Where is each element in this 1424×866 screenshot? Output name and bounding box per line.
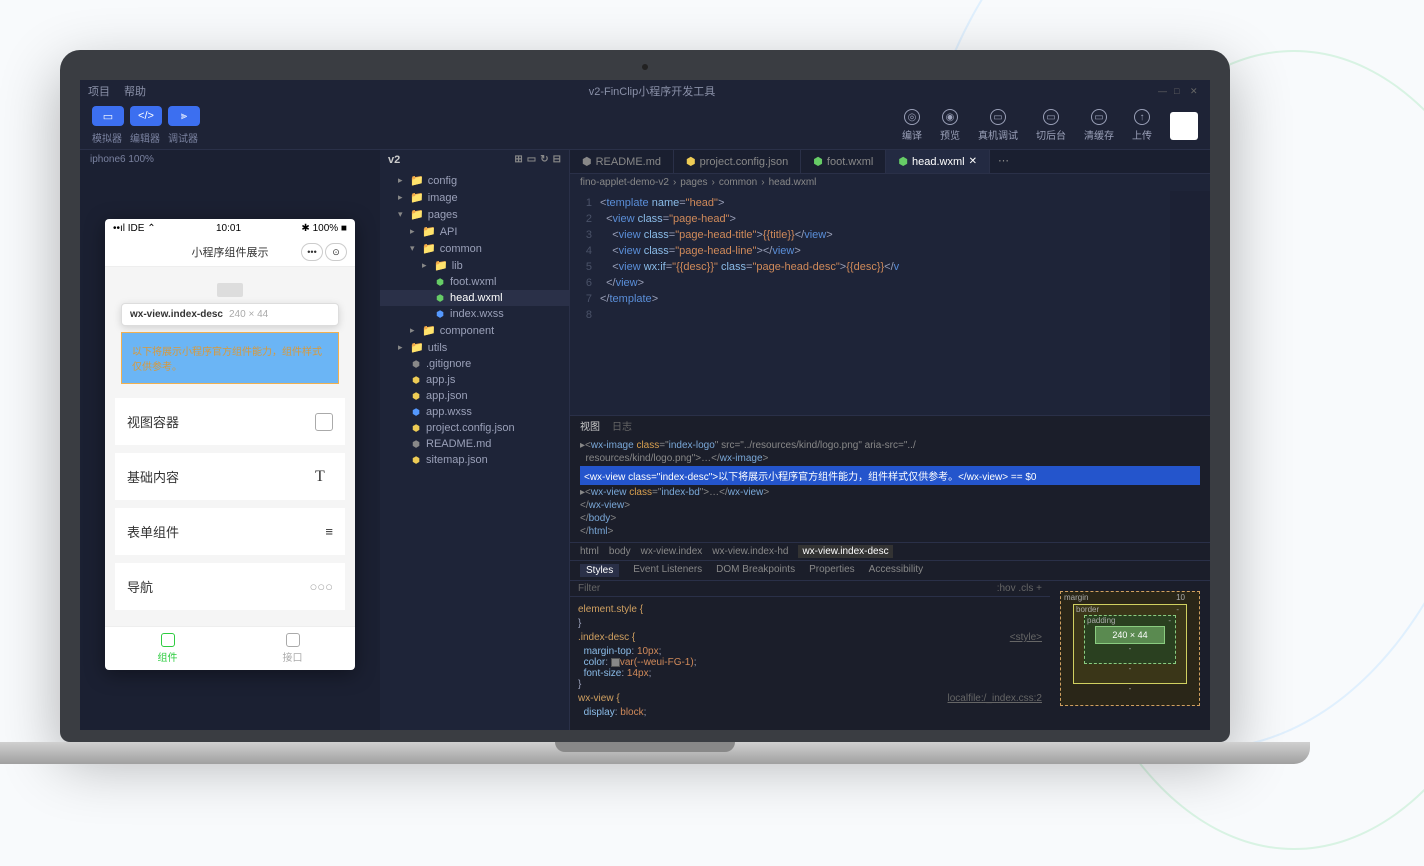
devtools-tab-log[interactable]: 日志 <box>612 418 632 433</box>
styles-panel[interactable]: element.style { } .index-desc {<style> m… <box>570 597 1050 722</box>
user-avatar[interactable] <box>1170 112 1198 140</box>
element-tooltip: wx-view.index-desc 240 × 44 <box>121 303 339 326</box>
editor-label: 编辑器 <box>130 130 160 145</box>
simulator-panel: iphone6 100% ••ıl IDE ⌃ 10:01 ✱ 100% ■ 小… <box>80 150 380 730</box>
highlighted-element[interactable]: 以下将展示小程序官方组件能力，组件样式仅供参考。 <box>121 332 339 384</box>
tab-component[interactable]: 组件 <box>105 627 230 670</box>
refresh-icon[interactable]: ↻ <box>540 154 548 166</box>
close-app-icon[interactable]: ⊙ <box>325 243 347 261</box>
file-node[interactable]: ⬢foot.wxml <box>380 274 569 290</box>
editor-tab[interactable]: ⬢ head.wxml ✕ <box>886 150 990 173</box>
logo-placeholder <box>217 283 243 297</box>
simulator-label: 模拟器 <box>92 130 122 145</box>
folder-node[interactable]: ▸📁lib <box>380 257 569 274</box>
menu-project[interactable]: 项目 <box>88 83 110 99</box>
file-node[interactable]: ⬢index.wxss <box>380 306 569 322</box>
code-editor[interactable]: 12345678 <template name="head"> <view cl… <box>570 191 1210 415</box>
new-folder-icon[interactable]: ▭ <box>527 154 536 166</box>
elements-breadcrumb[interactable]: htmlbodywx-view.indexwx-view.index-hdwx-… <box>570 542 1210 561</box>
editor-toggle[interactable]: </> <box>130 106 162 126</box>
clear-cache-button[interactable]: ▭清缓存 <box>1084 109 1114 142</box>
debugger-label: 调试器 <box>168 130 198 145</box>
file-node[interactable]: ⬢app.wxss <box>380 404 569 420</box>
list-item[interactable]: 基础内容T <box>115 453 345 500</box>
box-model: margin 10 border - padding- 240 × 44 - -… <box>1050 581 1210 730</box>
tab-accessibility[interactable]: Accessibility <box>869 564 923 577</box>
background-button[interactable]: ▭切后台 <box>1036 109 1066 142</box>
hamburger-icon: ≡ <box>325 524 333 539</box>
minimize-icon[interactable]: — <box>1158 86 1170 96</box>
preview-button[interactable]: ◉预览 <box>940 109 960 142</box>
maximize-icon[interactable]: □ <box>1174 86 1186 96</box>
folder-node[interactable]: ▾📁common <box>380 240 569 257</box>
tab-event-listeners[interactable]: Event Listeners <box>633 564 702 577</box>
elements-panel[interactable]: ▸<wx-image class="index-logo" src="../re… <box>570 435 1210 542</box>
breadcrumb[interactable]: fino-applet-demo-v2›pages›common›head.wx… <box>570 174 1210 191</box>
titlebar: 项目 帮助 v2-FinClip小程序开发工具 — □ ✕ <box>80 80 1210 102</box>
file-node[interactable]: ⬢project.config.json <box>380 420 569 436</box>
window-title: v2-FinClip小程序开发工具 <box>146 83 1158 99</box>
new-file-icon[interactable]: ⊞ <box>514 154 522 166</box>
device-info: iphone6 100% <box>80 150 380 169</box>
styles-filter[interactable]: Filter <box>578 583 600 594</box>
file-node[interactable]: ⬢sitemap.json <box>380 452 569 468</box>
tab-dom-breakpoints[interactable]: DOM Breakpoints <box>716 564 795 577</box>
laptop-frame: 项目 帮助 v2-FinClip小程序开发工具 — □ ✕ ▭ </> ⫸ 模拟… <box>60 50 1230 764</box>
folder-node[interactable]: ▸📁API <box>380 223 569 240</box>
folder-node[interactable]: ▸📁image <box>380 189 569 206</box>
folder-node[interactable]: ▾📁pages <box>380 206 569 223</box>
close-tab-icon[interactable]: ✕ <box>969 156 977 167</box>
editor-tab[interactable]: ⬢ README.md <box>570 150 674 173</box>
devtools-tab-view[interactable]: 视图 <box>580 418 600 433</box>
file-node[interactable]: ⬢app.json <box>380 388 569 404</box>
editor-tab[interactable]: ⬢ foot.wxml <box>801 150 886 173</box>
list-item[interactable]: 视图容器 <box>115 398 345 445</box>
file-explorer: v2 ⊞ ▭ ↻ ⊟ ▸📁config▸📁image▾📁pages▸📁API▾📁… <box>380 150 570 730</box>
styles-toggles[interactable]: :hov .cls + <box>997 583 1042 594</box>
more-tabs-icon[interactable]: ⋯ <box>990 150 1017 173</box>
battery-label: ✱ 100% ■ <box>301 223 347 234</box>
editor-tabs: ⬢ README.md⬢ project.config.json⬢ foot.w… <box>570 150 1210 174</box>
menu-help[interactable]: 帮助 <box>124 83 146 99</box>
file-node[interactable]: ⬢.gitignore <box>380 356 569 372</box>
editor-tab[interactable]: ⬢ project.config.json <box>674 150 801 173</box>
minimap[interactable] <box>1170 191 1210 415</box>
ide-window: 项目 帮助 v2-FinClip小程序开发工具 — □ ✕ ▭ </> ⫸ 模拟… <box>80 80 1210 730</box>
collapse-icon[interactable]: ⊟ <box>553 154 561 166</box>
phone-preview: ••ıl IDE ⌃ 10:01 ✱ 100% ■ 小程序组件展示 ••• ⊙ … <box>105 219 355 670</box>
compile-button[interactable]: ◎编译 <box>902 109 922 142</box>
devtools: 视图 日志 ▸<wx-image class="index-logo" src=… <box>570 415 1210 730</box>
page-title: 小程序组件展示 <box>192 244 269 260</box>
tab-styles[interactable]: Styles <box>580 564 619 577</box>
toolbar: ▭ </> ⫸ 模拟器 编辑器 调试器 ◎编译 ◉预览 ▭真机调试 ▭切后台 ▭… <box>80 102 1210 150</box>
list-item[interactable]: 导航○○○ <box>115 563 345 610</box>
tab-properties[interactable]: Properties <box>809 564 855 577</box>
folder-node[interactable]: ▸📁component <box>380 322 569 339</box>
upload-button[interactable]: ↑上传 <box>1132 109 1152 142</box>
signal-label: ••ıl IDE ⌃ <box>113 223 156 234</box>
folder-node[interactable]: ▸📁config <box>380 172 569 189</box>
list-item[interactable]: 表单组件≡ <box>115 508 345 555</box>
folder-node[interactable]: ▸📁utils <box>380 339 569 356</box>
more-icon[interactable]: ••• <box>301 243 323 261</box>
tab-api[interactable]: 接口 <box>230 627 355 670</box>
text-icon: T <box>315 468 333 486</box>
file-node[interactable]: ⬢README.md <box>380 436 569 452</box>
time-label: 10:01 <box>216 223 241 234</box>
dots-icon: ○○○ <box>309 579 333 594</box>
file-node[interactable]: ⬢app.js <box>380 372 569 388</box>
close-icon[interactable]: ✕ <box>1190 86 1202 96</box>
container-icon <box>315 413 333 431</box>
file-node[interactable]: ⬢head.wxml <box>380 290 569 306</box>
simulator-toggle[interactable]: ▭ <box>92 106 124 126</box>
explorer-root[interactable]: v2 <box>388 154 400 166</box>
debugger-toggle[interactable]: ⫸ <box>168 106 200 126</box>
remote-debug-button[interactable]: ▭真机调试 <box>978 109 1018 142</box>
